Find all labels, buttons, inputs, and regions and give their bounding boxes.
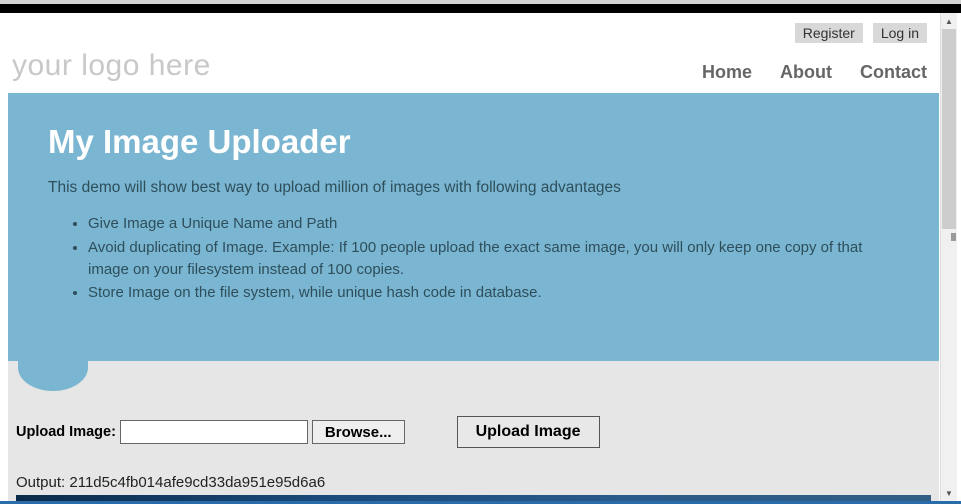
- output-line: Output: 211d5c4fb014afe9cd33da951e95d6a6: [16, 474, 931, 491]
- upload-label: Upload Image:: [16, 424, 116, 440]
- hero-bullet: Store Image on the file system, while un…: [88, 282, 899, 304]
- nav-home[interactable]: Home: [702, 62, 752, 83]
- hero-bullet-list: Give Image a Unique Name and Path Avoid …: [48, 213, 899, 304]
- auth-links: Register Log in: [8, 13, 939, 49]
- vertical-scrollbar[interactable]: ▲ ▼: [940, 13, 957, 501]
- nav-about[interactable]: About: [780, 62, 832, 83]
- scrollbar-thumb[interactable]: [942, 29, 956, 229]
- file-path-input[interactable]: [120, 420, 308, 444]
- page-viewport: Register Log in your logo here Home Abou…: [8, 13, 939, 501]
- browse-button[interactable]: Browse...: [312, 420, 405, 444]
- register-link[interactable]: Register: [795, 23, 863, 43]
- scrollbar-marker: [951, 233, 956, 241]
- header: your logo here Home About Contact: [8, 49, 939, 93]
- browser-chrome-bar: [0, 0, 961, 13]
- site-logo: your logo here: [12, 49, 211, 83]
- hero-curve-decoration: [18, 331, 88, 391]
- content-area: Upload Image: Browse... Upload Image Out…: [8, 361, 939, 501]
- main-nav: Home About Contact: [702, 62, 927, 83]
- output-value: 211d5c4fb014afe9cd33da951e95d6a6: [69, 474, 325, 491]
- hero-bullet: Give Image a Unique Name and Path: [88, 213, 899, 235]
- scroll-up-arrow-icon[interactable]: ▲: [941, 13, 957, 29]
- output-label: Output:: [16, 474, 69, 491]
- page-title: My Image Uploader: [48, 123, 899, 161]
- hero-bullet: Avoid duplicating of Image. Example: If …: [88, 237, 899, 281]
- scroll-down-arrow-icon[interactable]: ▼: [941, 485, 957, 501]
- upload-button[interactable]: Upload Image: [457, 416, 600, 448]
- hero-banner: My Image Uploader This demo will show be…: [8, 93, 939, 361]
- login-link[interactable]: Log in: [873, 23, 927, 43]
- hero-subtitle: This demo will show best way to upload m…: [48, 179, 899, 197]
- upload-form: Upload Image: Browse... Upload Image: [16, 416, 931, 448]
- nav-contact[interactable]: Contact: [860, 62, 927, 83]
